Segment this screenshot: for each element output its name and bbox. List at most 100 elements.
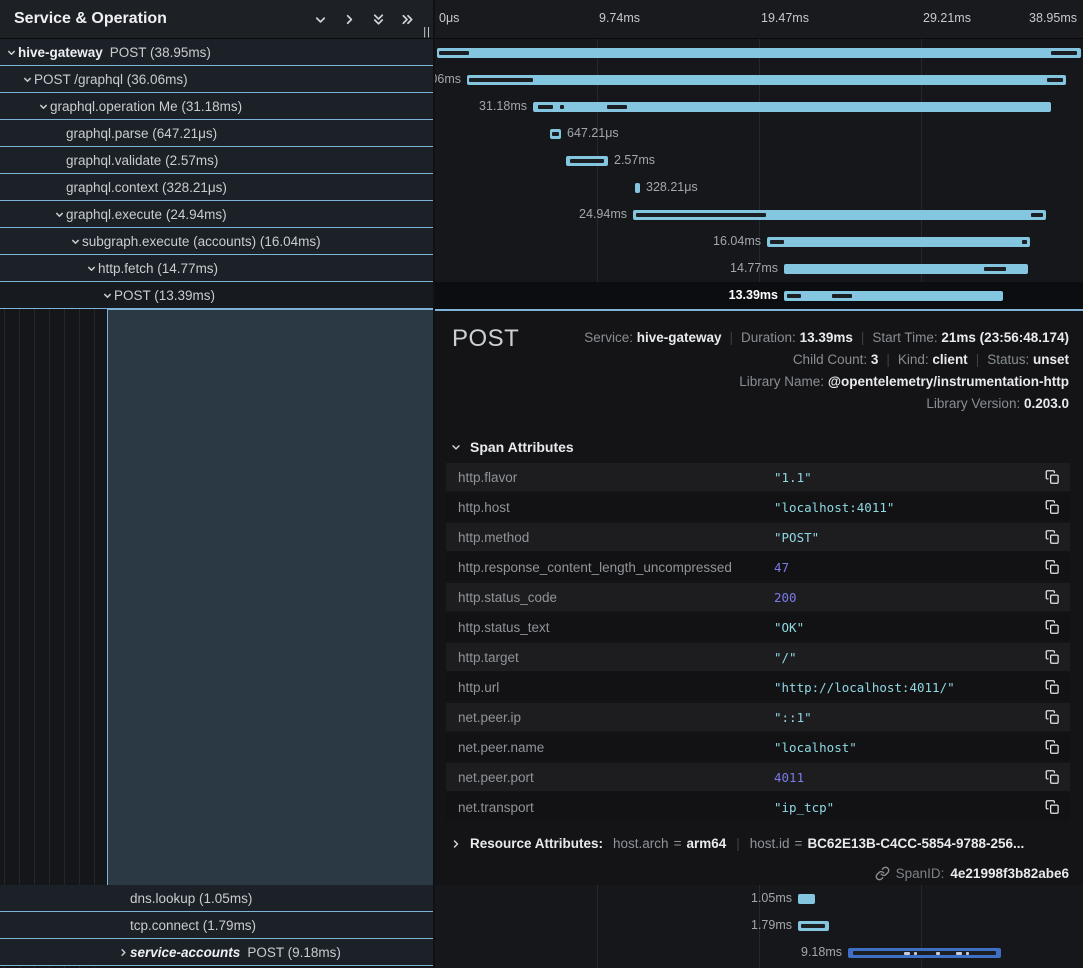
span-duration-bar[interactable] [848, 948, 1001, 958]
span-operation-name: POST /graphql (36.06ms) [34, 72, 188, 87]
span-duration-label: 328.21μs [646, 180, 698, 194]
span-duration-bar[interactable] [784, 264, 1028, 274]
span-duration-bar[interactable] [566, 156, 608, 166]
chevron-down-icon[interactable] [84, 263, 98, 274]
span-bar-row[interactable]: 14.77ms [435, 255, 1083, 282]
overview-value: 21ms (23:56:48.174) [941, 330, 1069, 345]
span-duration-bar[interactable] [798, 894, 815, 904]
copy-icon[interactable] [1045, 529, 1060, 548]
span-tree-row[interactable]: http.fetch (14.77ms) [0, 255, 433, 282]
attribute-key: net.transport [446, 800, 534, 815]
span-tree-row[interactable]: graphql.context (328.21μs) [0, 174, 433, 201]
resource-attributes-row[interactable]: Resource Attributes: host.arch=arm64|hos… [450, 836, 1024, 851]
overview-separator: | [730, 330, 734, 345]
span-bar-row[interactable]: 13.39ms [435, 282, 1083, 309]
span-duration-bar[interactable] [798, 921, 829, 931]
span-tree-row[interactable]: graphql.execute (24.94ms) [0, 201, 433, 228]
span-tree-row[interactable]: graphql.validate (2.57ms) [0, 147, 433, 174]
chevron-down-icon [450, 441, 462, 453]
tree-header-icons [313, 12, 415, 27]
copy-icon[interactable] [1045, 769, 1060, 788]
chevron-down-icon[interactable] [313, 12, 328, 27]
span-tree-row[interactable]: POST /graphql (36.06ms) [0, 66, 433, 93]
attribute-row: net.peer.ip"::1" [446, 703, 1070, 731]
span-bar-row[interactable]: 2.57ms [435, 147, 1083, 174]
span-duration-bar[interactable] [784, 291, 1003, 301]
span-duration-label: 31.18ms [479, 99, 527, 113]
span-attributes-table: http.flavor"1.1"http.host"localhost:4011… [446, 463, 1070, 823]
overview-value: unset [1033, 352, 1069, 367]
copy-icon[interactable] [1045, 649, 1060, 668]
chevron-right-icon[interactable] [116, 947, 130, 958]
expand-all-icon[interactable] [400, 12, 415, 27]
copy-icon[interactable] [1045, 499, 1060, 518]
chevron-right-icon[interactable] [342, 12, 357, 27]
resource-key: host.id [750, 836, 790, 851]
span-bar-row[interactable]: 36.06ms [435, 66, 1083, 93]
span-tree-row[interactable]: service-accountsPOST (9.18ms) [0, 939, 433, 966]
span-duration-bar[interactable] [633, 210, 1046, 220]
chevron-down-icon[interactable] [20, 74, 34, 85]
span-bar-row[interactable]: 9.18ms [435, 939, 1083, 966]
resource-key: host.arch [613, 836, 669, 851]
chevron-down-icon[interactable] [4, 47, 18, 58]
attribute-value: "/" [774, 650, 797, 665]
child-span-dash [914, 952, 917, 955]
column-resize-handle[interactable]: || [423, 26, 431, 38]
span-duration-bar[interactable] [533, 102, 1051, 112]
resource-value: arm64 [686, 836, 726, 851]
span-duration-bar[interactable] [467, 75, 1066, 85]
chevron-down-icon[interactable] [52, 209, 66, 220]
span-tree-row[interactable]: tcp.connect (1.79ms) [0, 912, 433, 939]
span-tree-row[interactable]: subgraph.execute (accounts) (16.04ms) [0, 228, 433, 255]
chevron-down-icon[interactable] [68, 236, 82, 247]
span-bar-row[interactable]: 328.21μs [435, 174, 1083, 201]
span-bar-row[interactable]: 1.79ms [435, 912, 1083, 939]
child-span-stripe [984, 267, 1006, 271]
span-bar-row[interactable]: 16.04ms [435, 228, 1083, 255]
copy-icon[interactable] [1045, 619, 1060, 638]
span-tree-row[interactable]: graphql.parse (647.21μs) [0, 120, 433, 147]
copy-icon[interactable] [1045, 799, 1060, 818]
chevron-down-icon[interactable] [36, 101, 50, 112]
copy-icon[interactable] [1045, 739, 1060, 758]
copy-icon[interactable] [1045, 679, 1060, 698]
overview-value: @opentelemetry/instrumentation-http [828, 374, 1069, 389]
span-tree-row[interactable]: hive-gatewayPOST (38.95ms) [0, 39, 433, 66]
link-icon[interactable] [875, 866, 890, 881]
span-duration-bar[interactable] [767, 237, 1030, 247]
span-bar-row[interactable]: 24.94ms [435, 201, 1083, 228]
copy-icon[interactable] [1045, 469, 1060, 488]
span-bar-row[interactable]: 31.18ms [435, 93, 1083, 120]
span-duration-bar[interactable] [635, 183, 640, 193]
span-tree-row[interactable]: dns.lookup (1.05ms) [0, 885, 433, 912]
copy-icon[interactable] [1045, 559, 1060, 578]
span-duration-bar[interactable] [437, 48, 1081, 58]
copy-icon[interactable] [1045, 589, 1060, 608]
span-attributes-toggle[interactable]: Span Attributes [450, 439, 574, 455]
span-id-value: 4e21998f3b82abe6 [950, 866, 1069, 881]
span-bar-row[interactable]: 647.21μs [435, 120, 1083, 147]
span-bar-row[interactable]: 1.05ms [435, 885, 1083, 912]
resource-attributes-title: Resource Attributes: [470, 836, 603, 851]
child-span-stripe [1031, 213, 1043, 217]
overview-label: Child Count: [793, 352, 871, 367]
span-bar-row[interactable] [435, 39, 1083, 66]
child-span-stripe [787, 294, 801, 298]
attribute-row: net.transport"ip_tcp" [446, 793, 1070, 821]
child-span-stripe [770, 240, 784, 244]
span-tree-row[interactable]: graphql.operation Me (31.18ms) [0, 93, 433, 120]
span-duration-label: 2.57ms [614, 153, 655, 167]
timeline-tick: 29.21ms [923, 11, 971, 25]
span-duration-label: 1.79ms [751, 918, 792, 932]
collapse-all-icon[interactable] [371, 12, 386, 27]
attribute-key: net.peer.ip [446, 710, 521, 725]
attribute-value: "OK" [774, 620, 804, 635]
span-tree-row[interactable]: POST (13.39ms) [0, 282, 433, 309]
copy-icon[interactable] [1045, 709, 1060, 728]
chevron-down-icon[interactable] [100, 290, 114, 301]
span-duration-bar[interactable] [550, 129, 561, 139]
timeline-tick: 19.47ms [761, 11, 809, 25]
attribute-key: http.url [446, 680, 499, 695]
overview-label: Status: [987, 352, 1033, 367]
